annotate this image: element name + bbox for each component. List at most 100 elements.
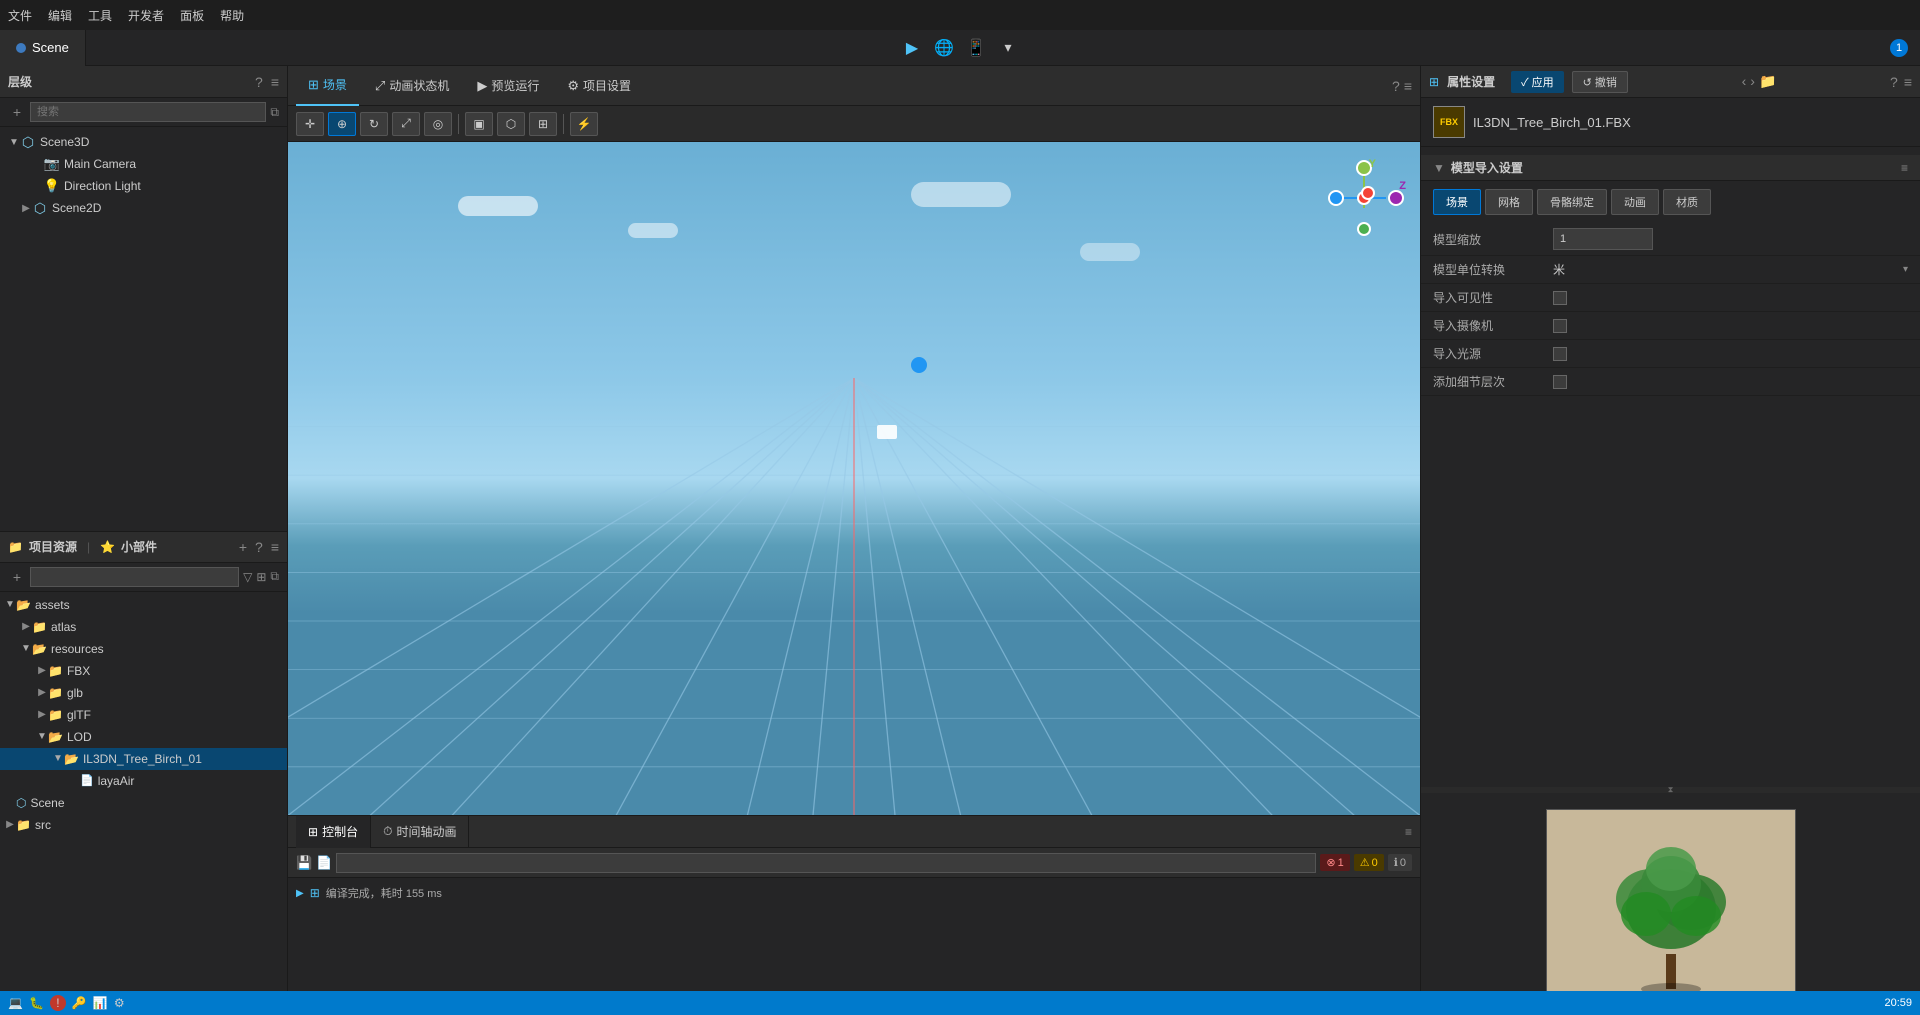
tool-rotate-btn[interactable]: ↻ [360,112,388,136]
assets-grid-icon[interactable]: ⊞ [256,570,266,584]
assets-copy-icon[interactable]: ⧉ [270,569,279,584]
nav-arrows: ‹ › 📁 [1742,73,1777,90]
hierarchy-menu-icon[interactable]: ≡ [271,74,279,90]
tree-item-scene3d[interactable]: ▼ ⬡ Scene3D [0,131,287,153]
console-save-icon[interactable]: 💾 [296,855,312,871]
checkbox-camera[interactable] [1553,319,1567,333]
viewport-3d[interactable]: Y Z [288,142,1420,815]
tool-monitor-btn[interactable]: ⚡ [570,112,598,136]
menu-file[interactable]: 文件 [8,7,32,24]
assets-item-resources[interactable]: ▼ 📂 resources [0,638,287,660]
assets-add-icon[interactable]: + [8,568,26,586]
assets-filter-icon[interactable]: ▽ [243,570,252,584]
checkbox-lod[interactable] [1553,375,1567,389]
assets-help-icon[interactable]: ? [255,539,263,555]
tree-item-direction-light[interactable]: 💡 Direction Light [0,175,287,197]
import-tab-mesh[interactable]: 网格 [1485,189,1533,215]
assets-item-scene[interactable]: ⬡ Scene [0,792,287,814]
tool-sphere-btn[interactable]: ⬡ [497,112,525,136]
folder-icon-assets: 📁 [8,540,23,554]
assets-item-il3dn[interactable]: ▼ 📂 IL3DN_Tree_Birch_01 [0,748,287,770]
tool-focus-btn[interactable]: ◎ [424,112,452,136]
tree-item-scene2d[interactable]: ▶ ⬡ Scene2D [0,197,287,219]
panel-divider [1421,404,1920,787]
scene-tab-scene[interactable]: ⊞ 场景 [296,66,359,106]
cloud-2 [628,223,678,238]
compile-icon: ⊞ [310,886,320,900]
tool-move-btn[interactable]: ✛ [296,112,324,136]
globe-button[interactable]: 🌐 [932,36,956,60]
prop-label-model-scale: 模型缩放 [1433,231,1553,248]
scene-tab-preview[interactable]: ▶ 预览运行 [465,66,551,106]
assets-item-assets[interactable]: ▼ 📂 assets [0,594,287,616]
scene2d-icon: ⬡ [32,200,48,216]
import-tab-skeleton[interactable]: 骨骼绑定 [1537,189,1607,215]
assets-item-lod[interactable]: ▼ 📂 LOD [0,726,287,748]
dropdown-button[interactable]: ▾ [996,36,1020,60]
widget-title: 小部件 [121,538,157,555]
assets-item-atlas[interactable]: ▶ 📁 atlas [0,616,287,638]
hierarchy-add-btn[interactable]: + [8,103,26,121]
import-tab-scene[interactable]: 场景 [1433,189,1481,215]
right-menu-icon[interactable]: ≡ [1904,74,1912,90]
assets-item-layaair[interactable]: 📄 layaAir [0,770,287,792]
right-actions: ✓ 应用 ↺ 撤销 [1511,71,1628,93]
prop-display-unit: 米 [1553,261,1565,278]
section-header[interactable]: ▼ 模型导入设置 ≡ [1421,155,1920,181]
checkbox-visibility[interactable] [1553,291,1567,305]
prop-input-model-scale[interactable] [1553,228,1653,250]
menu-dev[interactable]: 开发者 [128,7,164,24]
scene-menu-icon[interactable]: ≡ [1404,78,1412,94]
hierarchy-copy-icon[interactable]: ⧉ [270,105,279,120]
scene-tab-anim-icon: ⤢ [375,78,385,94]
assets-item-src[interactable]: ▶ 📁 src [0,814,287,836]
nav-prev-icon[interactable]: ‹ [1742,73,1747,90]
bottom-tab-console[interactable]: ⊞ 控制台 [296,816,371,848]
menu-panel[interactable]: 面板 [180,7,204,24]
bottom-menu-icon[interactable]: ≡ [1405,825,1412,839]
mobile-button[interactable]: 📱 [964,36,988,60]
assets-search-input[interactable] [30,567,239,587]
nav-next-icon[interactable]: › [1750,73,1755,90]
cancel-button[interactable]: ↺ 撤销 [1572,71,1628,93]
import-tab-material[interactable]: 材质 [1663,189,1711,215]
apply-button[interactable]: ✓ 应用 [1511,71,1564,93]
right-help-icon[interactable]: ? [1890,74,1898,90]
viewport-blue-dot [911,357,927,373]
timeline-tab-label: 时间轴动画 [396,823,456,840]
assets-folder-icon-resources: 📂 [32,642,47,656]
assets-item-glb[interactable]: ▶ 📁 glb [0,682,287,704]
import-tab-animation[interactable]: 动画 [1611,189,1659,215]
tool-transform-btn[interactable]: ⊞ [529,112,557,136]
tool-box-btn[interactable]: ▣ [465,112,493,136]
assets-item-fbx[interactable]: ▶ 📁 FBX [0,660,287,682]
play-button[interactable]: ▶ [900,36,924,60]
menu-edit[interactable]: 编辑 [48,7,72,24]
assets-arrow-lod: ▼ [36,731,48,743]
tab-scene[interactable]: Scene [0,30,86,66]
tool-move2-btn[interactable]: ⊕ [328,112,356,136]
hierarchy-help-icon[interactable]: ? [255,74,263,90]
scene-help-icon[interactable]: ? [1392,78,1400,94]
console-message-item: ▶ ⊞ 编译完成，耗时 155 ms [296,882,1412,904]
console-copy-icon[interactable]: 📄 [316,855,332,871]
tree-item-main-camera[interactable]: 📷 Main Camera [0,153,287,175]
scene-tab-settings[interactable]: ⚙ 项目设置 [555,66,643,106]
hierarchy-search-input[interactable] [30,102,266,122]
menu-help[interactable]: 帮助 [220,7,244,24]
tool-scale-btn[interactable]: ⤢ [392,112,420,136]
checkbox-light[interactable] [1553,347,1567,361]
cloud-4 [1080,243,1140,261]
assets-menu-icon[interactable]: ≡ [271,539,279,555]
prop-dropdown-unit[interactable]: ▾ [1903,264,1908,275]
console-search-input[interactable] [336,853,1316,873]
error-icon: ⊗ [1326,856,1335,869]
section-menu-icon[interactable]: ≡ [1901,161,1908,175]
bottom-tab-timeline[interactable]: ⏱ 时间轴动画 [371,816,469,848]
nav-folder-icon[interactable]: 📁 [1759,73,1776,90]
gizmo-below-sphere [1357,222,1371,236]
menu-tools[interactable]: 工具 [88,7,112,24]
scene-tab-anim[interactable]: ⤢ 动画状态机 [363,66,461,106]
assets-item-gltf[interactable]: ▶ 📁 glTF [0,704,287,726]
assets-add-btn[interactable]: + [239,539,247,555]
